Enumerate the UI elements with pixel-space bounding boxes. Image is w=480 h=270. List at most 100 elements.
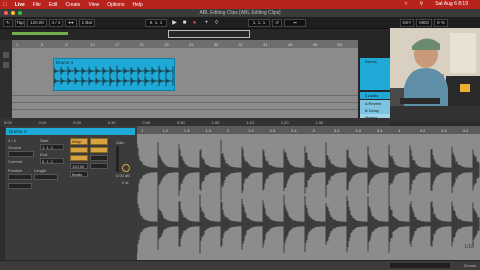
end-field[interactable]: 5. 1. 1 (40, 158, 64, 164)
draw-mode-icon[interactable] (3, 62, 9, 68)
time-ruler[interactable]: 0:00 0:10 0:20 0:30 0:40 0:50 1:00 1:10 1:20 1:30 (0, 118, 390, 126)
arrangement-view[interactable]: 1 5 9 13 17 21 25 29 33 37 41 45 49 53 Drums 4 (12, 40, 358, 122)
editor-ruler-tick: 3.4 (376, 128, 383, 133)
menu-options[interactable]: Options (107, 2, 124, 8)
position-field[interactable] (8, 174, 32, 180)
record-button[interactable]: ● (190, 19, 199, 27)
menu-clock[interactable]: Sat Aug 6 8:19 (435, 1, 468, 7)
menu-create[interactable]: Create (65, 2, 80, 8)
automation-arm-button[interactable]: ◊ (212, 19, 221, 27)
editor-ruler-tick: 2.4 (291, 128, 297, 133)
beat-ruler-tick: 53 (337, 42, 342, 47)
transpose-knob[interactable] (122, 164, 130, 172)
lane-divider (12, 109, 358, 110)
track-header-delay[interactable]: B Delay (360, 107, 390, 114)
clip-gain-slider[interactable] (116, 146, 119, 172)
overdub-button[interactable]: + (202, 19, 211, 27)
window-title: ABL Editing Clips [ABL Editing Clips] (199, 10, 281, 16)
link-button[interactable]: ↻ (3, 19, 13, 27)
time-signature-field[interactable]: 4 / 4 (49, 19, 63, 27)
beat-ruler-tick: 45 (287, 42, 293, 47)
beat-ruler-tick: 9 (65, 42, 68, 47)
stop-button[interactable]: ■ (180, 19, 189, 27)
arrangement-side-tools (0, 40, 12, 122)
editor-ruler-tick: 1 (141, 128, 144, 133)
wifi-icon[interactable]: ≈ (405, 1, 408, 7)
save-button[interactable] (90, 147, 108, 153)
track-headers: Drums 3 Audio A Reverb B Delay Master (358, 40, 390, 122)
editor-ruler-tick: 2 (226, 128, 229, 133)
seg-bpm-field[interactable]: 120.00 (70, 163, 88, 169)
metronome-button[interactable]: ●● (65, 19, 77, 27)
editor-ruler-tick: 1.2 (162, 128, 168, 133)
editor-ruler-tick: 3.2 (333, 128, 340, 133)
double-tempo-button[interactable] (90, 163, 108, 169)
half-tempo-button[interactable] (90, 155, 108, 161)
clip-view-sidebar (0, 126, 5, 260)
time-ruler-tick: 0:50 (177, 120, 185, 125)
overview-view-frame[interactable] (168, 30, 250, 38)
sample-editor-ruler[interactable]: 1 1.2 1.3 1.4 2 2.2 2.3 2.4 3 3.2 3.3 3.4 4 4.2 4.3 4.4 (137, 126, 480, 134)
sample-waveform (137, 139, 480, 254)
cpu-meter: 8 % (434, 19, 448, 27)
menu-view[interactable]: View (88, 2, 99, 8)
mini-overview[interactable] (390, 263, 450, 268)
menu-file[interactable]: File (33, 2, 41, 8)
time-ruler-tick: 0:40 (142, 120, 151, 125)
clip-gain-value[interactable]: 0.00 dB (116, 173, 130, 178)
length-field[interactable] (34, 174, 58, 180)
tap-button[interactable]: Tap (15, 19, 25, 27)
sample-editor[interactable]: 1 1.2 1.3 1.4 2 2.2 2.3 2.4 3 3.2 3.3 3.4 4 4.2 4.3 4.4… (137, 126, 480, 260)
menu-help[interactable]: Help (132, 2, 142, 8)
time-ruler-tick: 1:20 (280, 120, 289, 125)
loop-switch[interactable]: ↺ (272, 19, 282, 27)
groove-label: Groove (8, 145, 22, 150)
editor-ruler-tick: 1.4 (205, 128, 211, 133)
zoom-window-button[interactable] (18, 11, 22, 15)
quantize-menu[interactable]: 1 Bar (79, 19, 95, 27)
arrangement-clip[interactable]: Drums 4 (53, 58, 175, 91)
track-header-drums[interactable]: Drums (360, 58, 390, 90)
punch-in-button[interactable]: ▪▪ (284, 19, 306, 27)
status-bar: Drums (0, 260, 480, 270)
signature-value[interactable]: 4 / 4 (8, 138, 16, 143)
apple-icon[interactable]:  (3, 2, 7, 8)
loop-start-field[interactable]: 1. 1. 1 (248, 19, 270, 27)
end-label: End (40, 152, 48, 157)
follow-icon[interactable] (3, 52, 9, 58)
start-field[interactable]: 1. 1. 1 (40, 144, 64, 150)
editor-ruler-tick: 4.3 (441, 128, 447, 133)
transpose-value[interactable]: 0 st (122, 180, 128, 185)
beat-ruler-tick: 25 (164, 42, 169, 47)
beat-time-ruler[interactable]: 1 5 9 13 17 21 25 29 33 37 41 45 49 53 (12, 40, 358, 48)
hiq-button[interactable] (70, 147, 88, 153)
editor-ruler-tick: 1.3 (183, 128, 190, 133)
play-button[interactable]: ▶ (170, 19, 179, 27)
warp-mode-select[interactable]: Beats (70, 171, 88, 177)
clip-view-title[interactable]: Drums 4 (6, 128, 135, 135)
beat-ruler-tick: 1 (16, 42, 19, 47)
tempo-field[interactable]: 120.00 (27, 19, 47, 27)
loop-button[interactable] (8, 183, 32, 189)
beat-ruler-tick: 5 (40, 42, 43, 47)
time-ruler-tick: 1:00 (211, 120, 220, 125)
fade-button[interactable] (70, 155, 88, 161)
track-header-reverb[interactable]: A Reverb (360, 100, 390, 107)
minimize-window-button[interactable] (11, 11, 15, 15)
menu-edit[interactable]: Edit (49, 2, 58, 8)
groove-selector[interactable] (8, 151, 34, 157)
commit-button[interactable]: Commit (8, 159, 22, 164)
key-map-button[interactable]: KEY (400, 19, 414, 27)
editor-ruler-tick: 3 (312, 128, 315, 133)
midi-map-button[interactable]: MIDI (416, 19, 432, 27)
warp-button[interactable]: Warp (70, 138, 88, 145)
search-icon[interactable]: ⚲ (420, 1, 424, 7)
close-window-button[interactable] (4, 11, 8, 15)
time-ruler-tick: 0:00 (4, 120, 12, 125)
song-position-field[interactable]: 5. 1. 1 (145, 19, 167, 27)
time-ruler-tick: 1:10 (246, 120, 254, 125)
menu-live[interactable]: Live (15, 2, 25, 8)
track-header-audio[interactable]: 3 Audio (360, 92, 390, 99)
window-title-bar: ABL Editing Clips [ABL Editing Clips] (0, 9, 480, 17)
edit-button[interactable] (90, 138, 108, 145)
